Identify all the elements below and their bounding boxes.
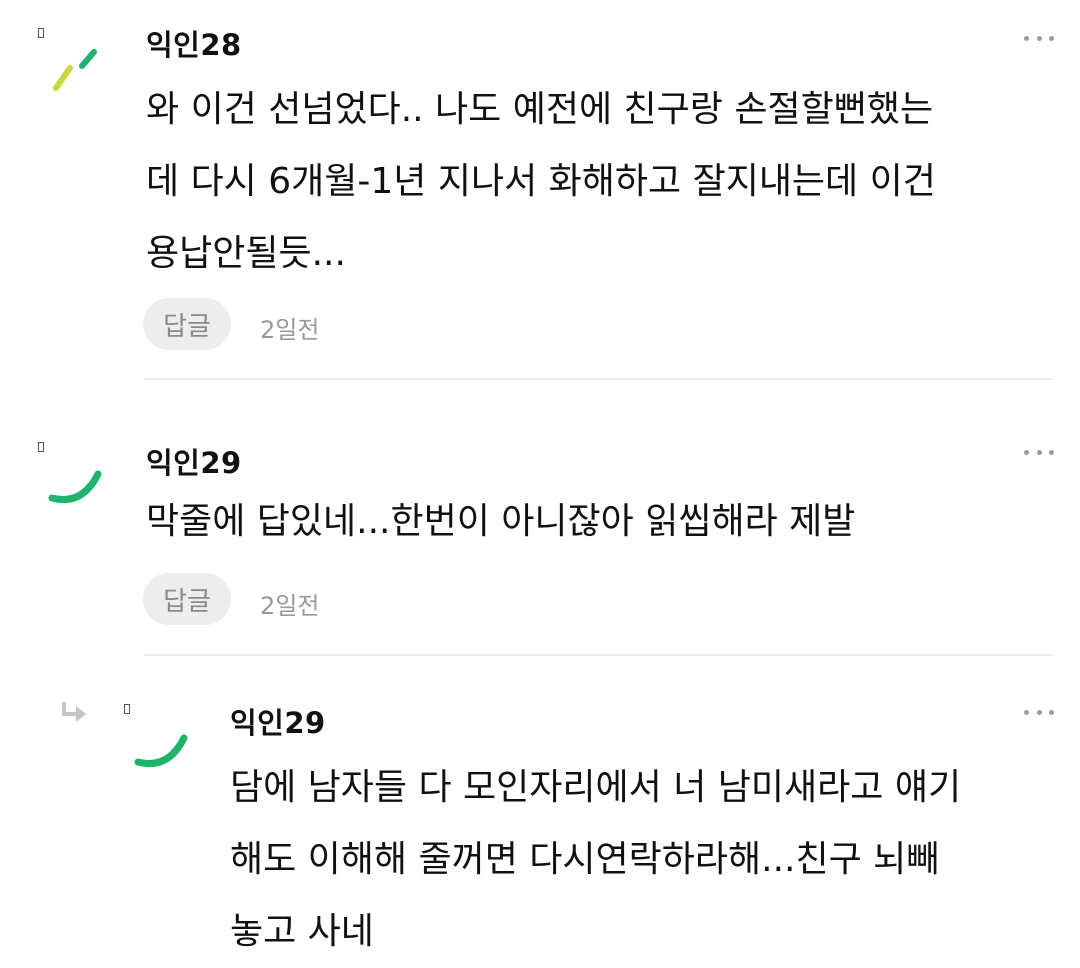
slash-lines-avatar-icon[interactable] [48,44,108,104]
more-options-icon[interactable] [1024,28,1054,48]
comment-author[interactable]: 익인28 [146,22,242,64]
comment-item: 익인28 와 이건 선넘었다.. 나도 예전에 친구랑 손절할뻔했는 데 다시 … [0,0,1080,380]
comment-body: 막줄에 답있네...한번이 아니잖아 읽씹해라 제발 [146,501,856,542]
more-options-icon[interactable] [1024,442,1054,462]
comment-item: 익인29 막줄에 답있네...한번이 아니잖아 읽씹해라 제발 답글 2일전 [0,380,1080,655]
comment-time: 2일전 [260,316,320,344]
comment-author[interactable]: 익인29 [146,440,242,482]
mark-icon [124,704,130,714]
arc-avatar-icon[interactable] [46,460,106,520]
comment-body: 담에 남자들 다 모인자리에서 너 남미새라고 얘기 해도 이해해 줄꺼면 다시… [230,767,962,952]
comment-author[interactable]: 익인29 [230,700,326,742]
mark-icon [38,28,44,38]
reply-comment-item: 익인29 담에 남자들 다 모인자리에서 너 남미새라고 얘기 해도 이해해 줄… [0,656,1080,962]
more-options-icon[interactable] [1024,702,1054,722]
reply-button[interactable]: 답글 [143,573,231,625]
comment-time: 2일전 [260,592,320,620]
reply-button[interactable]: 답글 [143,298,231,350]
comment-body: 와 이건 선넘었다.. 나도 예전에 친구랑 손절할뻔했는 데 다시 6개월-1… [146,89,936,274]
mark-icon [38,442,44,452]
reply-arrow-icon [60,700,90,724]
arc-avatar-icon[interactable] [132,724,192,784]
